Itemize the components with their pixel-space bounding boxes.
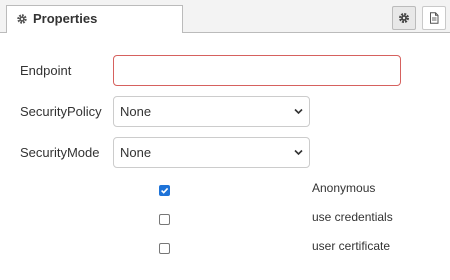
endpoint-label: Endpoint: [20, 63, 72, 78]
tab-properties[interactable]: Properties: [6, 5, 183, 33]
security-mode-label: SecurityMode: [20, 145, 100, 160]
anonymous-label: Anonymous: [312, 181, 376, 195]
settings-button[interactable]: [392, 6, 416, 30]
endpoint-input[interactable]: [113, 55, 401, 86]
properties-panel: Properties Endpoint SecurityPolicy None: [0, 0, 450, 280]
anonymous-checkbox[interactable]: [159, 185, 170, 196]
description-button[interactable]: [422, 6, 446, 30]
security-policy-value: None: [120, 104, 152, 119]
gear-icon: [399, 13, 409, 23]
security-mode-value: None: [120, 145, 152, 160]
check-icon: [161, 187, 169, 194]
use-credentials-label: use credentials: [312, 210, 393, 224]
tab-label: Properties: [33, 11, 98, 26]
use-credentials-checkbox[interactable]: [159, 214, 170, 225]
tab-strip: Properties: [0, 0, 450, 33]
security-policy-label: SecurityPolicy: [20, 104, 102, 119]
document-icon: [430, 12, 439, 24]
chevron-down-icon: [294, 149, 303, 156]
chevron-down-icon: [294, 108, 303, 115]
user-certificate-checkbox[interactable]: [159, 243, 170, 254]
security-policy-select[interactable]: None: [113, 96, 310, 127]
user-certificate-label: user certificate: [312, 239, 391, 253]
gear-icon: [17, 14, 27, 24]
security-mode-select[interactable]: None: [113, 137, 310, 168]
